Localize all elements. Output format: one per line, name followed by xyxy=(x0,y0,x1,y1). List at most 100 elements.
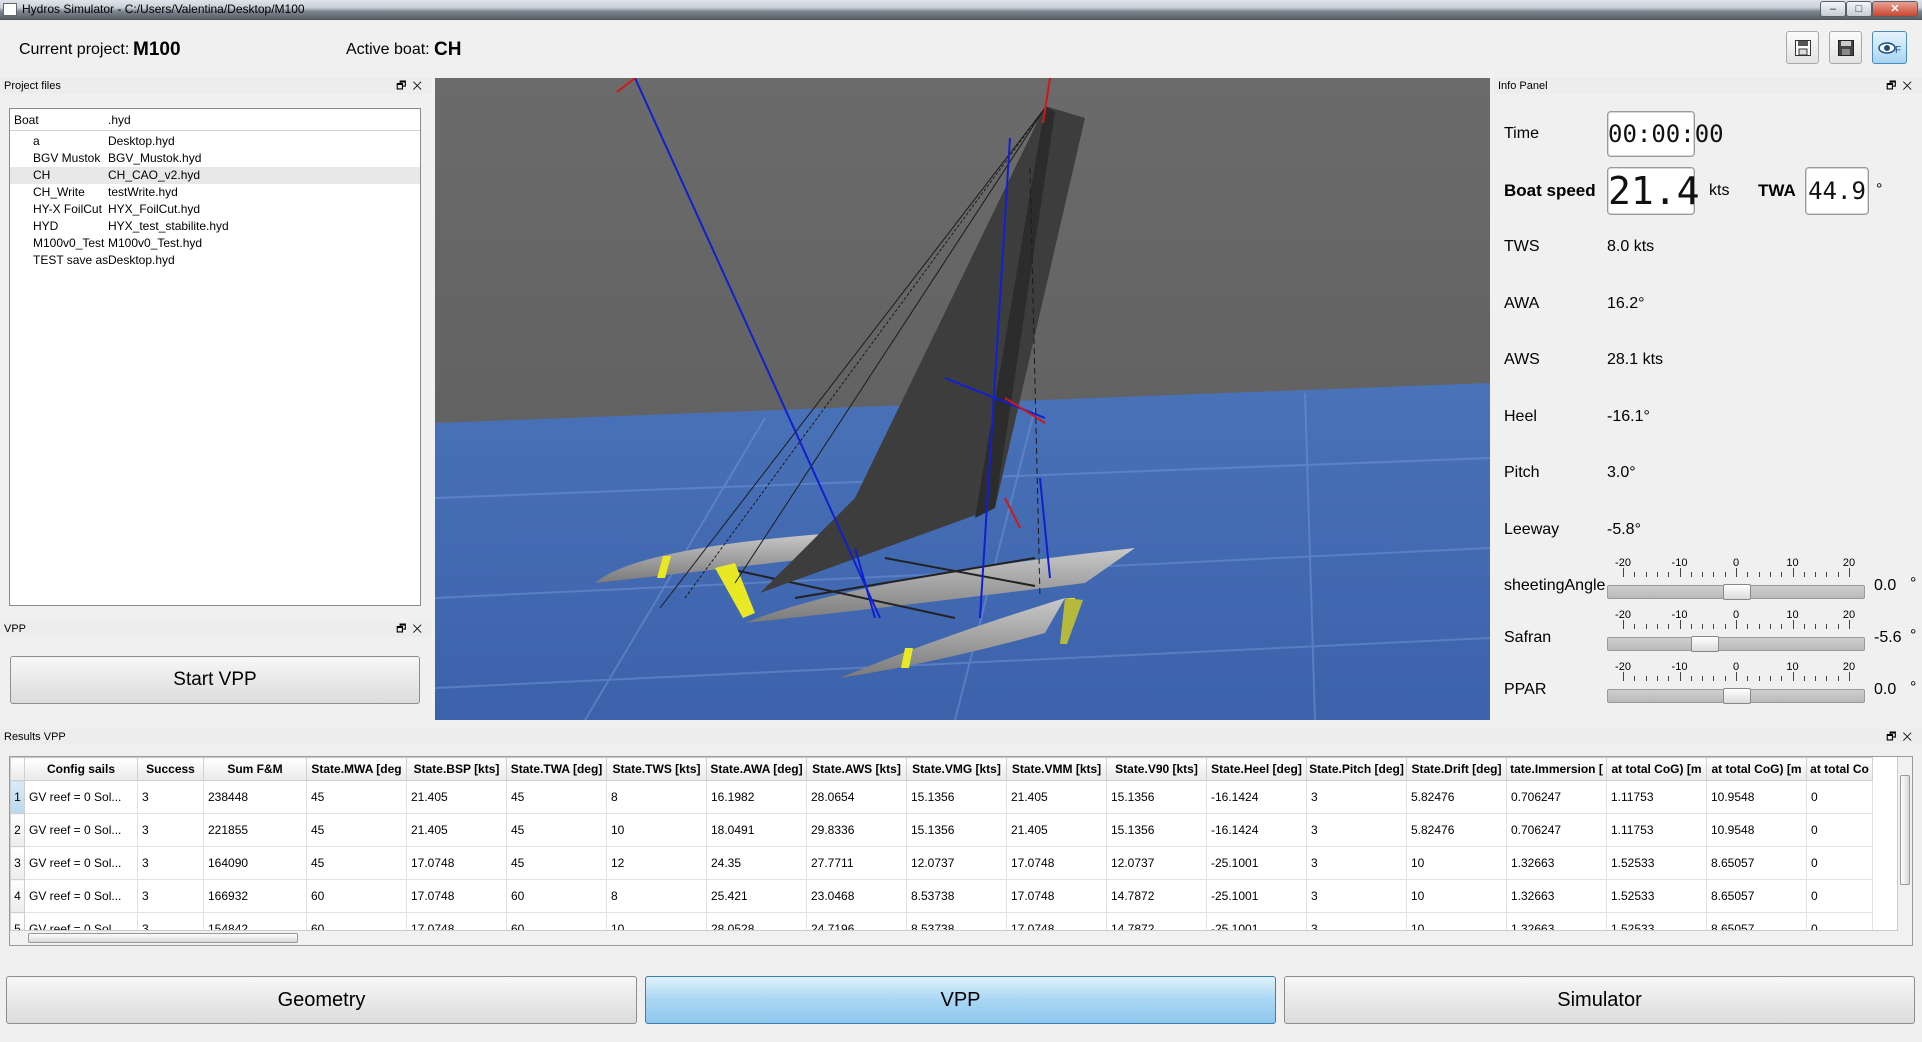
active-boat-label: Active boat: xyxy=(346,41,430,58)
current-project-value: M100 xyxy=(133,39,181,60)
table-cell: 45 xyxy=(306,846,407,880)
twa-display: 44.9 xyxy=(1805,167,1869,215)
geometry-button[interactable]: Geometry xyxy=(6,976,637,1024)
column-header[interactable]: State.Drift [deg] xyxy=(1406,757,1507,781)
maximize-button[interactable]: □ xyxy=(1846,1,1872,17)
column-header[interactable]: at total CoG) [m xyxy=(1606,757,1707,781)
dock-buttons[interactable]: 🗗✕ xyxy=(396,621,428,637)
vpp-dock-header: VPP 🗗✕ xyxy=(0,621,432,639)
table-cell: 8 xyxy=(606,780,707,814)
time-display: 00:00:00 xyxy=(1607,111,1724,157)
3d-viewport[interactable] xyxy=(435,78,1490,720)
minimize-button[interactable]: – xyxy=(1820,1,1846,17)
window-title: Hydros Simulator - C:/Users/Valentina/De… xyxy=(22,2,305,16)
table-cell: 0 xyxy=(1806,780,1873,814)
table-row[interactable]: 3 GV reef = 0 Sol... 3 164090 45 17.0748 45 12 2… xyxy=(10,846,1873,880)
slider-handle[interactable] xyxy=(1691,636,1720,652)
slider-handle[interactable] xyxy=(1723,584,1751,600)
table-cell: -25.1001 xyxy=(1206,846,1307,880)
scrollbar-thumb[interactable] xyxy=(1900,775,1910,885)
slider-track[interactable] xyxy=(1607,636,1865,652)
table-cell: 8 xyxy=(606,879,707,913)
column-header[interactable]: State.AWA [deg] xyxy=(706,757,807,781)
column-header[interactable]: State.TWA [deg] xyxy=(506,757,607,781)
file-boat-name: HY-X FoilCut xyxy=(33,202,102,216)
column-header[interactable]: State.BSP [kts] xyxy=(406,757,507,781)
dock-buttons[interactable]: 🗗✕ xyxy=(396,78,428,94)
vpp-button[interactable]: VPP xyxy=(645,976,1276,1024)
table-cell: 25.421 xyxy=(706,879,807,913)
file-hyd-name: testWrite.hyd xyxy=(108,185,178,199)
scale-tick-label: -20 xyxy=(1615,557,1631,569)
column-header-boat: Boat xyxy=(14,113,39,127)
table-cell: GV reef = 0 Sol... xyxy=(24,780,138,814)
table-cell: 21.405 xyxy=(1006,813,1107,847)
info-label-leeway: Leeway xyxy=(1504,521,1560,538)
column-header[interactable]: at total CoG) [m xyxy=(1706,757,1807,781)
column-header[interactable]: State.MWA [deg xyxy=(306,757,407,781)
slider-track[interactable] xyxy=(1607,688,1865,704)
results-table-container[interactable]: Config sails Success Sum F&M State.MWA [deg… xyxy=(9,756,1913,946)
table-row[interactable]: 4 GV reef = 0 Sol... 3 166932 60 17.0748 60 8 25… xyxy=(10,879,1873,913)
info-label-pitch: Pitch xyxy=(1504,464,1540,481)
table-row[interactable]: 2 GV reef = 0 Sol... 3 221855 45 21.405 45 10 18… xyxy=(10,813,1873,847)
column-header[interactable]: State.V90 [kts] xyxy=(1106,757,1207,781)
column-header[interactable]: Success xyxy=(137,757,204,781)
table-row[interactable]: 1 GV reef = 0 Sol... 3 238448 45 21.405 45 8 16.… xyxy=(10,780,1873,814)
slider-handle[interactable] xyxy=(1723,688,1751,704)
save-button[interactable] xyxy=(1786,31,1819,64)
column-header[interactable]: State.VMM [kts] xyxy=(1006,757,1107,781)
table-cell: 21.405 xyxy=(406,813,507,847)
file-list-item[interactable]: M100v0_Test M100v0_Test.hyd xyxy=(10,235,420,252)
info-label-heel: Heel xyxy=(1504,408,1537,425)
column-header[interactable]: State.VMG [kts] xyxy=(906,757,1007,781)
file-hyd-name: M100v0_Test.hyd xyxy=(108,236,203,250)
slider-track[interactable] xyxy=(1607,584,1865,600)
column-header[interactable]: State.Pitch [deg] xyxy=(1306,757,1407,781)
column-header[interactable]: State.AWS [kts] xyxy=(806,757,907,781)
list-header: Boat .hyd xyxy=(10,112,420,129)
dock-buttons[interactable]: 🗗✕ xyxy=(1886,729,1918,745)
file-list-item[interactable]: TEST save as Desktop.hyd xyxy=(10,252,420,269)
scrollbar-thumb[interactable] xyxy=(28,933,298,943)
scale-tick-label: -10 xyxy=(1671,557,1688,569)
project-files-list[interactable]: Boat .hyd a Desktop.hyd BGV Mustok BGV_Must… xyxy=(9,108,421,606)
file-boat-name: HYD xyxy=(33,219,59,233)
scale-tick-label: 20 xyxy=(1842,609,1856,621)
file-list-item[interactable]: a Desktop.hyd xyxy=(10,133,420,150)
close-button[interactable]: ✕ xyxy=(1872,1,1918,17)
info-label-aws: AWS xyxy=(1504,351,1540,368)
view-toggle-button[interactable]: F xyxy=(1872,31,1907,64)
start-vpp-button[interactable]: Start VPP xyxy=(10,656,420,704)
simulator-button[interactable]: Simulator xyxy=(1284,976,1915,1024)
file-list-item[interactable]: CH CH_CAO_v2.hyd xyxy=(10,167,420,184)
save-icon xyxy=(1794,40,1811,56)
scale-tick-label: 0 xyxy=(1732,609,1740,621)
column-header[interactable]: at total Co xyxy=(1806,757,1873,781)
table-cell: 12.0737 xyxy=(1106,846,1207,880)
save-as-button[interactable] xyxy=(1829,31,1862,64)
table-cell: GV reef = 0 Sol... xyxy=(24,879,138,913)
slider-label: PPAR xyxy=(1504,681,1547,698)
vertical-scrollbar[interactable] xyxy=(1897,757,1912,931)
column-header[interactable]: tate.Immersion [ xyxy=(1506,757,1607,781)
column-header[interactable]: Config sails xyxy=(24,757,138,781)
column-header[interactable]: State.Heel [deg] xyxy=(1206,757,1307,781)
dock-buttons[interactable]: 🗗✕ xyxy=(1886,78,1918,94)
horizontal-scrollbar[interactable] xyxy=(10,930,1912,945)
column-header[interactable]: Sum F&M xyxy=(203,757,307,781)
table-cell: 238448 xyxy=(203,780,307,814)
info-value-aws: 28.1 kts xyxy=(1607,351,1664,368)
file-list-item[interactable]: HY-X FoilCut HYX_FoilCut.hyd xyxy=(10,201,420,218)
table-cell: 21.405 xyxy=(1006,780,1107,814)
info-value-pitch: 3.0° xyxy=(1607,464,1636,481)
file-list-item[interactable]: CH_Write testWrite.hyd xyxy=(10,184,420,201)
slider-unit: ° xyxy=(1910,575,1917,592)
table-cell: 221855 xyxy=(203,813,307,847)
table-cell: 18.0491 xyxy=(706,813,807,847)
file-list-item[interactable]: BGV Mustok BGV_Mustok.hyd xyxy=(10,150,420,167)
file-list-item[interactable]: HYD HYX_test_stabilite.hyd xyxy=(10,218,420,235)
info-panel-title: Info Panel xyxy=(1494,78,1922,94)
column-header[interactable]: State.TWS [kts] xyxy=(606,757,707,781)
table-cell: 3 xyxy=(1306,780,1407,814)
